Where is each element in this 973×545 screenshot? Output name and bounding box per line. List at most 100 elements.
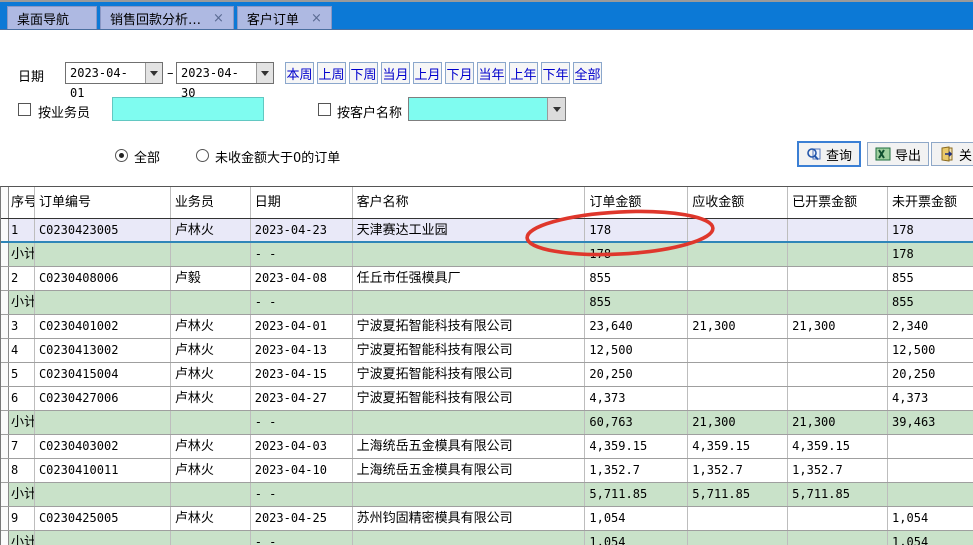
cell-no: 小计 <box>9 243 35 266</box>
orders-table: 序号订单编号业务员日期客户名称订单金额应收金额已开票金额未开票金额 1C0230… <box>0 186 973 545</box>
row-gutter <box>1 243 9 266</box>
column-header-2[interactable]: 订单编号 <box>35 187 171 218</box>
cell-invoiced <box>788 243 888 266</box>
cell-uninvoiced <box>888 459 973 482</box>
quick-date-button-5[interactable]: 上月 <box>413 62 442 84</box>
cell-order <box>35 483 171 506</box>
cell-invoiced: 5,711.85 <box>788 483 888 506</box>
cell-no: 小计 <box>9 411 35 434</box>
chevron-down-icon[interactable] <box>547 98 565 120</box>
table-row[interactable]: 6C0230427006卢林火2023-04-27宁波夏拓智能科技有限公司4,3… <box>1 387 973 411</box>
cell-receivable <box>688 267 788 290</box>
cell-customer: 天津赛达工业园 <box>353 219 586 241</box>
tab-label: 客户订单 <box>247 9 299 28</box>
subtotal-row[interactable]: 小计- -855855 <box>1 291 973 315</box>
cell-customer <box>353 483 586 506</box>
chevron-down-icon[interactable] <box>256 63 273 83</box>
cell-customer: 宁波夏拓智能科技有限公司 <box>353 339 586 362</box>
cell-sales: 卢林火 <box>171 435 251 458</box>
tab-label: 桌面导航 <box>17 9 69 28</box>
cell-amount: 60,763 <box>585 411 688 434</box>
cell-uninvoiced: 39,463 <box>888 411 973 434</box>
quick-date-button-1[interactable]: 本周 <box>285 62 314 84</box>
cell-invoiced <box>788 363 888 386</box>
row-gutter <box>1 267 9 290</box>
subtotal-row[interactable]: 小计- -178178 <box>1 243 973 267</box>
query-button[interactable]: 查询 <box>797 141 861 167</box>
quick-date-button-3[interactable]: 下周 <box>349 62 378 84</box>
cell-invoiced <box>788 387 888 410</box>
tab-3[interactable]: 客户订单 × <box>237 6 332 29</box>
row-gutter <box>1 291 9 314</box>
quick-date-button-7[interactable]: 当年 <box>477 62 506 84</box>
cell-no: 小计 <box>9 291 35 314</box>
row-gutter <box>1 363 9 386</box>
date-from-value: 2023-04-01 <box>66 63 145 83</box>
cell-date: 2023-04-08 <box>251 267 353 290</box>
date-to-combobox[interactable]: 2023-04-30 <box>176 62 274 84</box>
date-from-combobox[interactable]: 2023-04-01 <box>65 62 163 84</box>
row-gutter <box>1 507 9 530</box>
cell-sales: 卢林火 <box>171 387 251 410</box>
cell-uninvoiced: 855 <box>888 267 973 290</box>
exit-door-icon <box>939 146 955 162</box>
by-customer-checkbox[interactable] <box>318 103 331 116</box>
date-to-value: 2023-04-30 <box>177 63 256 83</box>
cell-amount: 20,250 <box>585 363 688 386</box>
column-header-9[interactable]: 未开票金额 <box>888 187 973 218</box>
row-gutter <box>1 315 9 338</box>
customer-orders-window: 桌面导航销售回款分析…×客户订单× 日期 2023-04-01 – 2023-0… <box>0 0 973 545</box>
quick-date-button-8[interactable]: 上年 <box>509 62 538 84</box>
tab-1[interactable]: 桌面导航 <box>7 6 97 29</box>
query-button-label: 查询 <box>826 145 852 164</box>
close-button[interactable]: 关闭 <box>931 142 973 166</box>
column-header-1[interactable]: 序号 <box>9 187 35 218</box>
salesperson-input[interactable] <box>112 97 264 121</box>
subtotal-row[interactable]: 小计- -5,711.855,711.855,711.85 <box>1 483 973 507</box>
column-header-7[interactable]: 应收金额 <box>688 187 788 218</box>
quick-date-button-4[interactable]: 当月 <box>381 62 410 84</box>
table-row[interactable]: 9C0230425005卢林火2023-04-25苏州钧固精密模具有限公司1,0… <box>1 507 973 531</box>
cell-no: 2 <box>9 267 35 290</box>
chevron-down-icon[interactable] <box>145 63 162 83</box>
table-row[interactable]: 8C0230410011卢林火2023-04-10上海统岳五金模具有限公司1,3… <box>1 459 973 483</box>
close-button-label: 关闭 <box>959 145 973 164</box>
column-header-6[interactable]: 订单金额 <box>585 187 688 218</box>
tab-close-icon[interactable]: × <box>213 12 224 25</box>
quick-date-button-9[interactable]: 下年 <box>541 62 570 84</box>
subtotal-row[interactable]: 小计- -60,76321,30021,30039,463 <box>1 411 973 435</box>
by-salesperson-checkbox[interactable] <box>18 103 31 116</box>
table-row[interactable]: 7C0230403002卢林火2023-04-03上海统岳五金模具有限公司4,3… <box>1 435 973 459</box>
tab-close-icon[interactable]: × <box>311 12 322 25</box>
radio-all[interactable] <box>115 149 128 162</box>
column-header-5[interactable]: 客户名称 <box>353 187 586 218</box>
cell-customer: 宁波夏拓智能科技有限公司 <box>353 363 586 386</box>
cell-sales: 卢林火 <box>171 315 251 338</box>
tab-2[interactable]: 销售回款分析…× <box>100 6 234 29</box>
table-row[interactable]: 3C0230401002卢林火2023-04-01宁波夏拓智能科技有限公司23,… <box>1 315 973 339</box>
column-header-8[interactable]: 已开票金额 <box>788 187 888 218</box>
customer-combobox[interactable] <box>408 97 566 121</box>
subtotal-row[interactable]: 小计- -1,0541,054 <box>1 531 973 545</box>
export-button[interactable]: 导出 <box>867 142 929 166</box>
quick-date-button-2[interactable]: 上周 <box>317 62 346 84</box>
table-row[interactable]: 5C0230415004卢林火2023-04-15宁波夏拓智能科技有限公司20,… <box>1 363 973 387</box>
table-row[interactable]: 4C0230413002卢林火2023-04-13宁波夏拓智能科技有限公司12,… <box>1 339 973 363</box>
cell-sales: 卢毅 <box>171 267 251 290</box>
column-header-3[interactable]: 业务员 <box>171 187 251 218</box>
quick-date-button-10[interactable]: 全部 <box>573 62 602 84</box>
cell-order: C0230423005 <box>35 219 171 241</box>
radio-unpaid[interactable] <box>196 149 209 162</box>
quick-date-button-6[interactable]: 下月 <box>445 62 474 84</box>
table-row[interactable]: 2C0230408006卢毅2023-04-08任丘市任强模具厂855855 <box>1 267 973 291</box>
cell-amount: 12,500 <box>585 339 688 362</box>
table-row[interactable]: 1C0230423005卢林火2023-04-23天津赛达工业园178178 <box>1 219 973 243</box>
quick-date-buttons: 本周上周下周当月上月下月当年上年下年全部 <box>285 62 602 84</box>
cell-date: 2023-04-13 <box>251 339 353 362</box>
cell-order: C0230403002 <box>35 435 171 458</box>
cell-order <box>35 411 171 434</box>
column-header-4[interactable]: 日期 <box>251 187 353 218</box>
cell-customer <box>353 291 586 314</box>
export-button-label: 导出 <box>895 145 921 164</box>
cell-date: 2023-04-15 <box>251 363 353 386</box>
